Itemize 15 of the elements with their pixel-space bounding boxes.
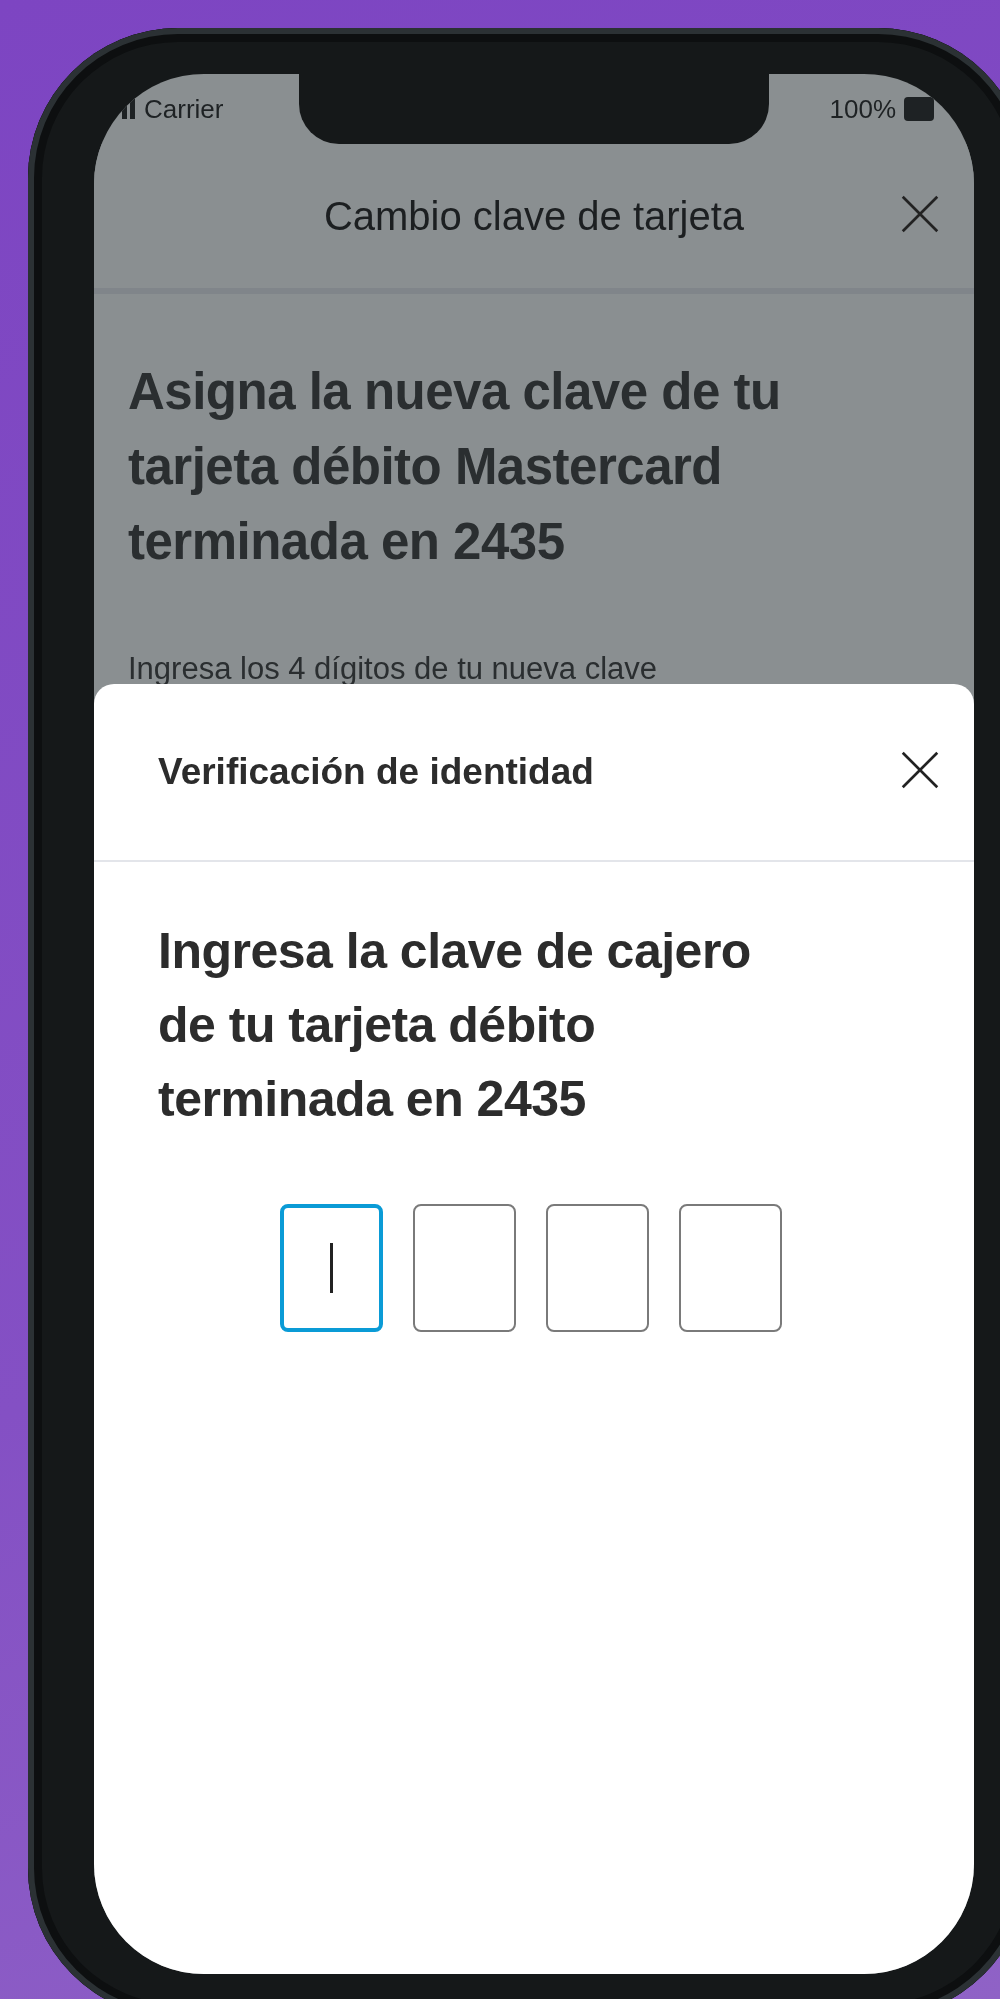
pin-digit-field[interactable] [413,1204,516,1332]
sheet-title: Verificación de identidad [158,751,594,793]
carrier-label: Carrier [144,93,224,125]
signal-icon [122,99,136,119]
sheet-heading: Ingresa la clave de cajero de tu tarjeta débito terminada en 2435 [158,922,752,1129]
battery-icon [904,97,934,121]
close-icon [900,194,940,234]
page-heading: Asigna la nueva clave de tu tarjeta débito Mastercard terminada en 2435 [128,362,782,572]
close-icon [900,750,940,790]
pin-digit-field[interactable] [546,1204,649,1332]
battery-percent: 100% [829,93,896,125]
nav-title: Cambio clave de tarjeta [323,193,745,239]
pin-digit-field[interactable] [280,1204,383,1332]
instruction-text: Ingresa los 4 dígitos de tu nueva clave [128,651,659,687]
pin-digit-field[interactable] [679,1204,782,1332]
